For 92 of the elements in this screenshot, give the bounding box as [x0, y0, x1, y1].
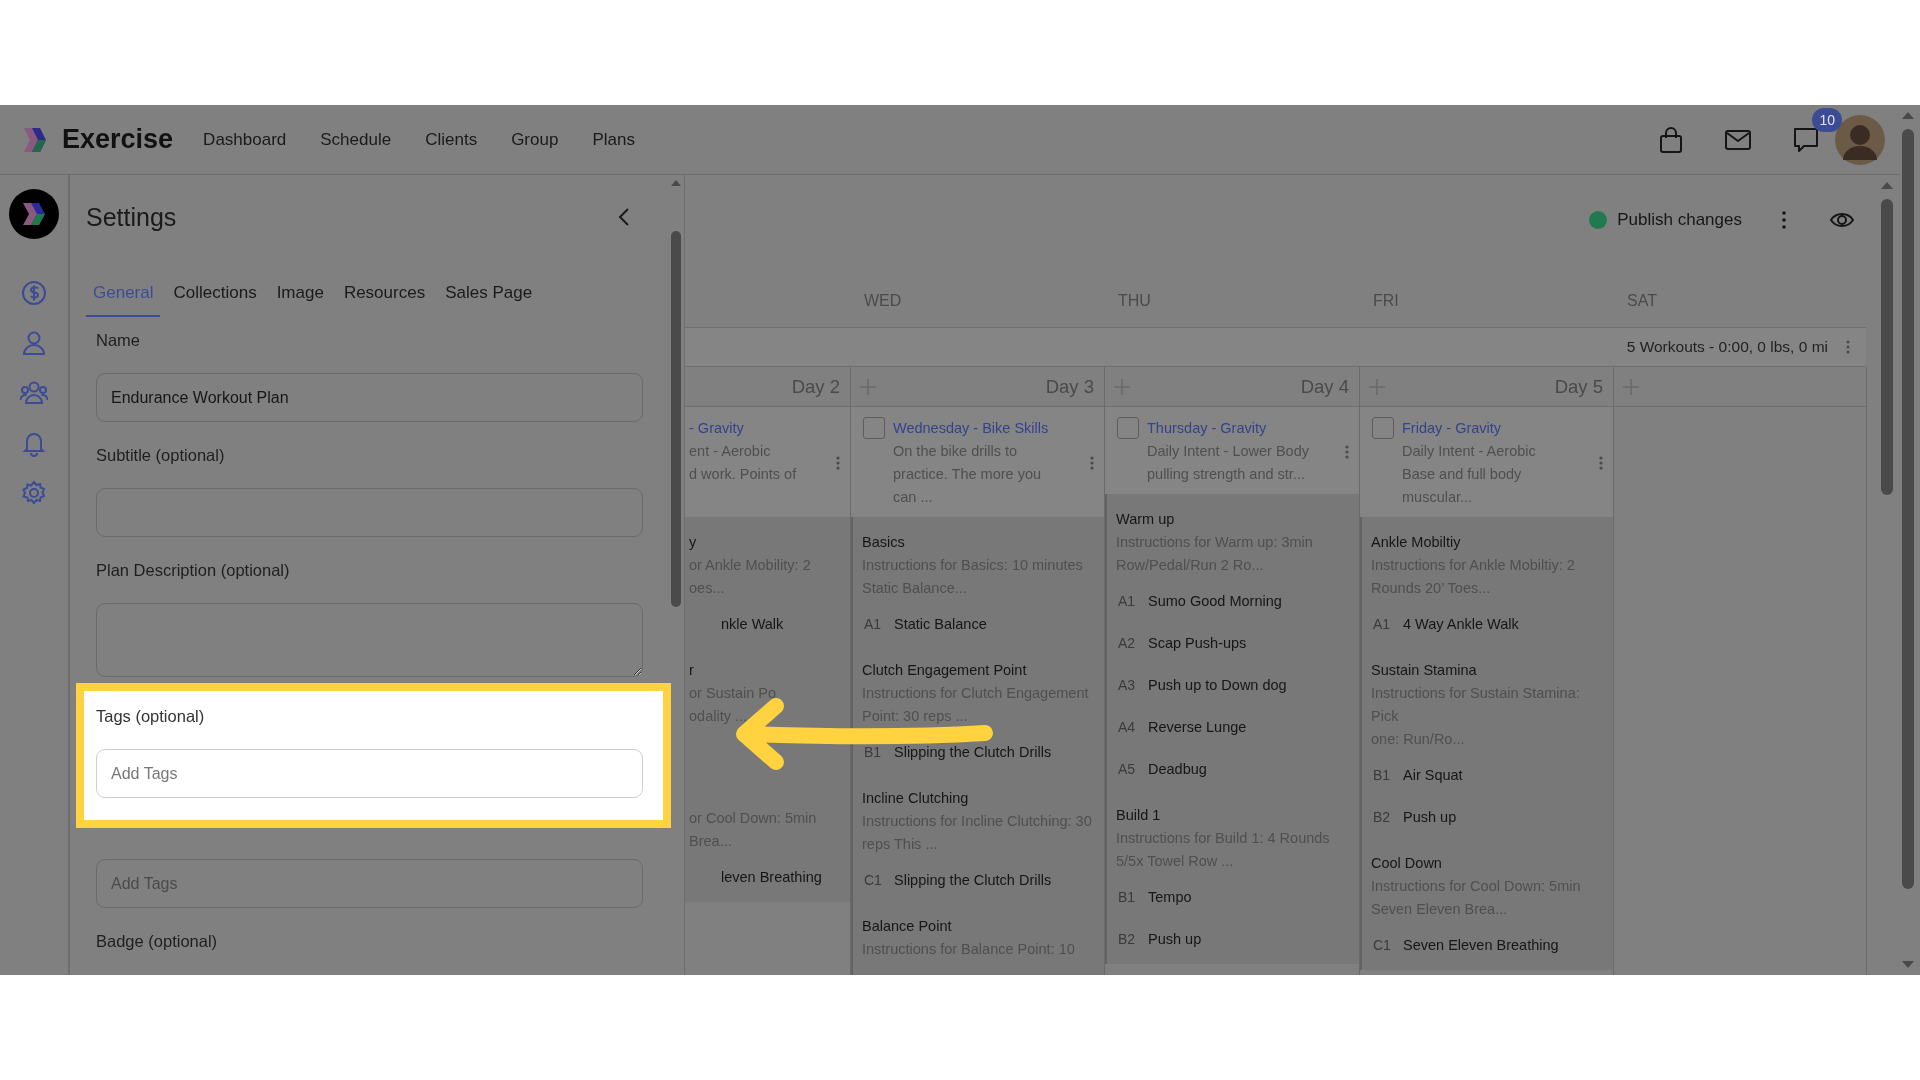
scrollbar-thumb[interactable] [671, 231, 681, 607]
block-name: Ankle Mobiltiy [1371, 533, 1462, 552]
workout-title[interactable]: - Gravity [689, 417, 832, 439]
exercise-name[interactable]: Slipping the Clutch Drills [894, 872, 1052, 888]
notification-badge: 10 [1812, 107, 1842, 132]
scroll-up-icon[interactable] [670, 179, 682, 187]
exercise-name[interactable]: Tempo [1148, 889, 1192, 905]
person-icon[interactable] [20, 329, 48, 357]
exercise-code: B1 [863, 744, 883, 760]
settings-icon[interactable] [20, 479, 48, 507]
block-name: Basics [862, 533, 906, 552]
exercise-name[interactable]: Push up to Down dog [1148, 677, 1287, 693]
exercise-name[interactable]: Air Squat [1403, 767, 1463, 783]
block-name: Cool Down [1371, 854, 1443, 873]
logo-icon [9, 189, 59, 239]
block-name: Build 1 [1116, 806, 1162, 825]
more-icon[interactable] [1599, 456, 1603, 470]
nav-link[interactable]: Plans [592, 125, 635, 154]
exercise-name[interactable]: leven Breathing [721, 869, 822, 885]
input-field[interactable]: Endurance Workout Plan [96, 373, 643, 422]
workout-title[interactable]: Friday - Gravity [1402, 417, 1595, 439]
workout-title[interactable]: Thursday - Gravity [1147, 417, 1341, 439]
nav-link[interactable]: Dashboard [203, 125, 287, 154]
exercise-code: B2 [1372, 809, 1392, 825]
nav-link[interactable]: Clients [425, 125, 478, 154]
exercise-name[interactable]: Seven Eleven Breathing [1403, 937, 1559, 953]
scroll-up-icon[interactable] [1901, 111, 1915, 120]
scroll-down-icon[interactable] [1901, 960, 1915, 969]
exercise-name[interactable]: Static Balance [894, 616, 987, 632]
exercise-code: C1 [863, 872, 883, 888]
field-label: Tags (optional) [96, 707, 206, 726]
exercise-name[interactable]: Push up [1148, 931, 1202, 947]
exercise-name[interactable]: nkle Walk [721, 616, 784, 632]
tab[interactable]: Image [269, 274, 331, 317]
tab[interactable]: Collections [166, 274, 264, 317]
tab[interactable]: Sales Page [438, 274, 540, 317]
scroll-up-icon[interactable] [1880, 181, 1894, 190]
more-icon[interactable] [1782, 211, 1786, 229]
checkbox[interactable] [1372, 417, 1394, 439]
eye-icon[interactable] [1830, 211, 1854, 229]
exercise-name[interactable]: 4 Way Ankle Walk [1403, 616, 1519, 632]
block-name: Balance Point [862, 917, 953, 936]
chat-icon[interactable] [1792, 125, 1820, 154]
exercise-code: A3 [1117, 677, 1137, 693]
publish-button[interactable]: Publish changes [1589, 210, 1742, 230]
checkbox[interactable] [863, 417, 885, 439]
exercise-name[interactable]: Push up [1403, 809, 1457, 825]
checkbox[interactable] [1117, 417, 1139, 439]
field-label: Badge (optional) [96, 932, 219, 951]
exercise-code: A4 [1117, 719, 1137, 735]
brand-name: Exercise [62, 124, 174, 155]
more-icon[interactable] [1090, 456, 1094, 470]
scrollbar-thumb[interactable] [1902, 129, 1914, 889]
block-name: Sustain Stamina [1371, 661, 1478, 680]
week-summary: 5 Workouts - 0:00, 0 lbs, 0 mi [1626, 338, 1828, 356]
exercise-code: A1 [1372, 616, 1392, 632]
exercise-code: A2 [1117, 635, 1137, 651]
exercise-name[interactable]: Deadbug [1148, 761, 1207, 777]
exercise-code: A5 [1117, 761, 1137, 777]
dollar-icon[interactable] [20, 279, 48, 307]
exercise-name[interactable]: Slipping the Clutch Drills [894, 744, 1052, 760]
exercise-code: B2 [1117, 931, 1137, 947]
exercise-code: C1 [1372, 937, 1392, 953]
more-icon[interactable] [836, 456, 840, 470]
block-name: Warm up [1116, 510, 1176, 529]
more-icon[interactable] [1846, 340, 1850, 354]
nav-link[interactable]: Group [511, 125, 559, 154]
nav-link[interactable]: Schedule [320, 125, 392, 154]
mail-icon[interactable] [1724, 128, 1752, 151]
field-label: Plan Description (optional) [96, 561, 291, 580]
exercise-name[interactable]: Scap Push-ups [1148, 635, 1247, 651]
exercise-code: B1 [1117, 889, 1137, 905]
block-name: Incline Clutching [862, 789, 970, 808]
block-name: y [689, 533, 698, 552]
field-label: Subtitle (optional) [96, 446, 226, 465]
block-name: r [689, 661, 695, 680]
tab[interactable]: Resources [336, 274, 433, 317]
workout-title[interactable]: Wednesday - Bike Skills [893, 417, 1086, 439]
exercise-name[interactable]: Reverse Lunge [1148, 719, 1247, 735]
text-area[interactable] [96, 603, 643, 677]
scrollbar-thumb[interactable] [1881, 199, 1893, 495]
more-icon[interactable] [1345, 444, 1349, 459]
exercise-code: A1 [1117, 593, 1137, 609]
exercise-code: A1 [863, 616, 883, 632]
avatar [1834, 113, 1886, 166]
exercise-code: B1 [1372, 767, 1392, 783]
panel-title: Settings [86, 202, 177, 232]
field-label: Name [96, 331, 141, 350]
exercise-name[interactable]: Sumo Good Morning [1148, 593, 1282, 609]
bag-icon[interactable] [1658, 125, 1684, 154]
group-icon[interactable] [20, 379, 48, 407]
block-name: Clutch Engagement Point [862, 661, 1028, 680]
